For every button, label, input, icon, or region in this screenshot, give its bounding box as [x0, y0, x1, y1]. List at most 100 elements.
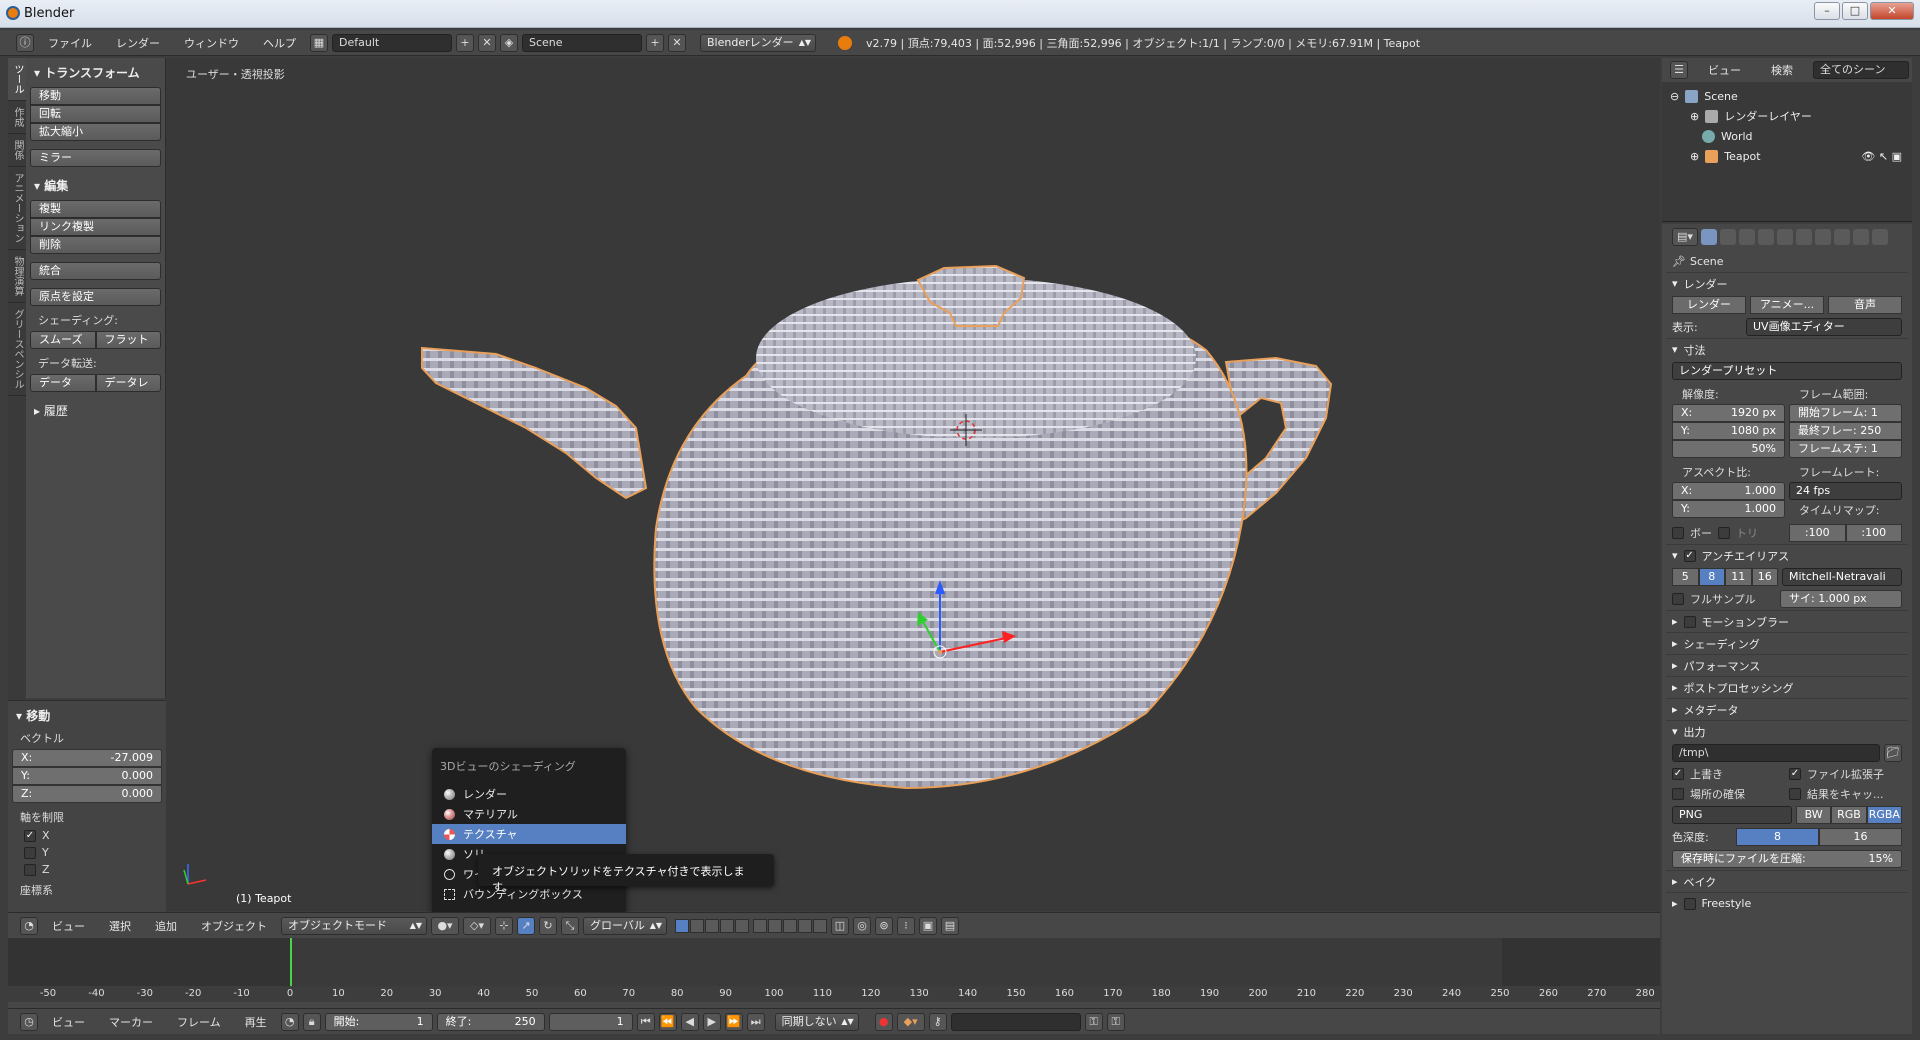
world-tab-icon[interactable] [1758, 229, 1774, 245]
pivot-point-button[interactable]: ◇▾ [463, 916, 491, 935]
render-tab-icon[interactable] [1701, 229, 1717, 245]
editor-type-outliner-icon[interactable]: ☰ [1670, 61, 1688, 79]
cache-result-checkbox[interactable] [1789, 788, 1801, 800]
add-scene-icon[interactable]: + [646, 33, 664, 52]
antialiasing-section-header[interactable]: ▾ ✓ アンチエイリアス [1666, 544, 1908, 566]
transform-panel-header[interactable]: ▾ トランスフォーム [34, 64, 161, 81]
outliner-item-scene[interactable]: ⊖ Scene [1662, 86, 1912, 106]
outliner-item-render-layers[interactable]: ⊕ レンダーレイヤー [1662, 106, 1912, 126]
constraint-z-checkbox[interactable] [24, 863, 36, 876]
scale-button[interactable]: 拡大縮小 [30, 123, 161, 141]
minimize-button[interactable]: – [1814, 2, 1840, 20]
shading-bounding-box-item[interactable]: バウンディングボックス [432, 884, 626, 904]
timeline-editor[interactable]: -50 -40 -30 -20 -10 0 10 20 30 40 50 60 70 80 90 100 110… [8, 938, 1660, 1010]
operator-title[interactable]: ▾ 移動 [16, 707, 162, 724]
keying-icon[interactable]: ◆▾ [896, 1012, 925, 1031]
play-icon[interactable]: ▶ [702, 1012, 721, 1031]
current-frame-field[interactable]: 1 [548, 1012, 633, 1031]
menu-add[interactable]: 追加 [145, 918, 187, 934]
interaction-mode-dropdown[interactable]: オブジェクトモード ▲▼ [281, 916, 427, 935]
remove-scene-icon[interactable]: ✕ [668, 33, 686, 52]
constraint-y-checkbox[interactable] [24, 846, 36, 859]
current-frame-cursor[interactable] [290, 938, 292, 986]
manipulator-toggle-icon[interactable]: ⊹ [495, 916, 513, 935]
menu-window[interactable]: ウィンドウ [174, 35, 249, 51]
texture-tab-icon[interactable] [1872, 229, 1888, 245]
filter-size-field[interactable]: サイ: 1.000 px [1780, 590, 1902, 608]
outliner-menu-view[interactable]: ビュー [1698, 62, 1751, 78]
placeholders-checkbox[interactable] [1672, 788, 1684, 800]
frame-step-prop[interactable]: フレームステ: 1 [1789, 440, 1902, 458]
motion-blur-section-header[interactable]: ▸ モーションブラー [1666, 610, 1908, 632]
folder-icon[interactable]: 📁︎ [1884, 744, 1902, 762]
compression-field[interactable]: 保存時にファイルを圧縮: 15% [1672, 850, 1902, 868]
scene-icon[interactable]: ◈ [500, 33, 518, 52]
end-frame-prop[interactable]: 最終フレー: 250 [1789, 422, 1902, 440]
delete-keyframe-icon[interactable]: ⚿ [1106, 1012, 1125, 1031]
editor-type-timeline-icon[interactable]: ◷ [20, 1012, 38, 1031]
timeline-menu-view[interactable]: ビュー [42, 1014, 95, 1030]
bake-section-header[interactable]: ▸ ベイク [1666, 870, 1908, 892]
editor-type-3d-icon[interactable]: ◔ [20, 916, 38, 935]
remove-screen-icon[interactable]: ✕ [478, 33, 496, 52]
data-tab-icon[interactable] [1834, 229, 1850, 245]
menu-select[interactable]: 選択 [99, 918, 141, 934]
data-layout-button[interactable]: データレ [95, 374, 161, 392]
color-depth-8[interactable]: 8 [1736, 828, 1819, 846]
render-layers-tab-icon[interactable] [1720, 229, 1736, 245]
outliner-item-world[interactable]: World [1662, 126, 1912, 146]
shading-rendered-item[interactable]: レンダー [432, 784, 626, 804]
resolution-x-field[interactable]: X: 1920 px [1672, 404, 1785, 422]
timeline-menu-playback[interactable]: 再生 [235, 1014, 277, 1030]
scale-manipulator-icon[interactable]: ⤡ [561, 916, 579, 935]
close-button[interactable]: ✕ [1870, 2, 1914, 20]
border-checkbox[interactable] [1672, 527, 1684, 539]
menu-view[interactable]: ビュー [42, 918, 95, 934]
keying-set-icon[interactable]: ⚷ [928, 1012, 947, 1031]
start-frame-field[interactable]: 開始: 1 [324, 1012, 433, 1031]
menu-file[interactable]: ファイル [38, 35, 102, 51]
rotate-manipulator-icon[interactable]: ↻ [539, 916, 557, 935]
shade-flat-button[interactable]: フラット [95, 331, 161, 349]
time-remap-old[interactable]: :100 [1789, 524, 1846, 542]
transform-orientation-dropdown[interactable]: グローバル ▲▼ [583, 916, 667, 935]
lock-frame-icon[interactable]: 🔒︎ [302, 1012, 321, 1031]
end-frame-field[interactable]: 終了: 250 [436, 1012, 545, 1031]
maximize-button[interactable]: □ [1842, 2, 1868, 20]
insert-keyframe-icon[interactable]: ⚿ [1084, 1012, 1103, 1031]
menu-help[interactable]: ヘルプ [253, 35, 306, 51]
jump-end-icon[interactable]: ⏭ [746, 1012, 765, 1031]
screen-layout-field[interactable]: Default [332, 33, 452, 52]
aa-samples-5[interactable]: 5 [1672, 568, 1699, 586]
keying-set-field[interactable] [950, 1012, 1081, 1031]
tab-tools[interactable]: ツール [8, 58, 27, 101]
render-image-button[interactable]: レンダー [1672, 296, 1746, 314]
snap-icon[interactable]: ⊚ [875, 916, 893, 935]
scene-tab-icon[interactable] [1739, 229, 1755, 245]
tab-animation[interactable]: アニメーション [8, 167, 27, 250]
modifiers-tab-icon[interactable] [1815, 229, 1831, 245]
output-path-field[interactable]: /tmp\ [1672, 744, 1880, 762]
data-transfer-button[interactable]: データ [30, 374, 96, 392]
scene-field[interactable]: Scene [522, 33, 642, 52]
editor-type-info-icon[interactable]: ⓘ [16, 33, 34, 52]
render-animation-button[interactable]: アニメー... [1750, 296, 1824, 314]
display-dropdown[interactable]: UV画像エディター [1746, 318, 1902, 336]
jump-start-icon[interactable]: ⏮ [636, 1012, 655, 1031]
render-engine-dropdown[interactable]: Blenderレンダー ▲▼ [700, 33, 816, 52]
file-extensions-checkbox[interactable]: ✓ [1789, 768, 1801, 780]
timeline-menu-marker[interactable]: マーカー [99, 1014, 163, 1030]
frame-rate-dropdown[interactable]: 24 fps [1789, 482, 1902, 500]
metadata-section-header[interactable]: ▸ メタデータ [1666, 698, 1908, 720]
opengl-render-icon[interactable]: ▣ [919, 916, 937, 935]
mirror-button[interactable]: ミラー [30, 149, 161, 167]
3d-viewport[interactable]: ユーザー・透視投影 (1) Teapot [166, 58, 1660, 911]
outliner-filter-dropdown[interactable]: 全てのシーン [1813, 61, 1909, 79]
aspect-x-field[interactable]: X: 1.000 [1672, 482, 1785, 500]
viewport-shading-button[interactable]: ●▾ [431, 916, 459, 935]
freestyle-section-header[interactable]: ▸ Freestyle [1666, 892, 1908, 914]
aa-samples-11[interactable]: 11 [1725, 568, 1752, 586]
object-tab-icon[interactable] [1777, 229, 1793, 245]
layer-buttons-2[interactable] [753, 918, 827, 933]
aa-samples-16[interactable]: 16 [1751, 568, 1778, 586]
